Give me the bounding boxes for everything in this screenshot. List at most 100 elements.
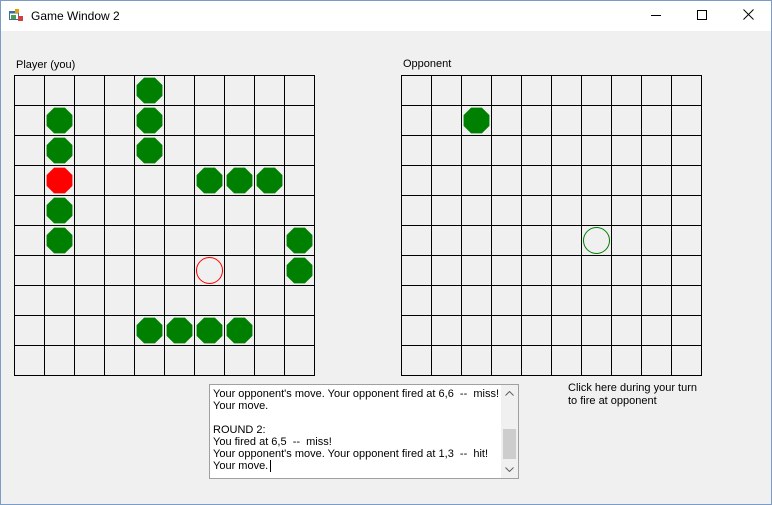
opponent-cell[interactable] <box>671 165 702 196</box>
opponent-cell[interactable] <box>521 135 552 166</box>
opponent-cell[interactable] <box>641 135 672 166</box>
opponent-cell[interactable] <box>521 105 552 136</box>
opponent-cell[interactable] <box>611 285 642 316</box>
opponent-cell[interactable] <box>401 135 432 166</box>
opponent-cell[interactable] <box>431 255 462 286</box>
opponent-cell[interactable] <box>521 315 552 346</box>
opponent-cell[interactable] <box>551 255 582 286</box>
opponent-cell[interactable] <box>581 75 612 106</box>
opponent-cell[interactable] <box>521 285 552 316</box>
opponent-cell[interactable] <box>551 315 582 346</box>
opponent-cell[interactable] <box>671 135 702 166</box>
opponent-cell[interactable] <box>641 195 672 226</box>
opponent-cell[interactable] <box>521 345 552 376</box>
opponent-cell[interactable] <box>431 225 462 256</box>
opponent-cell[interactable] <box>641 285 672 316</box>
opponent-cell[interactable] <box>551 165 582 196</box>
opponent-cell[interactable] <box>641 345 672 376</box>
opponent-cell[interactable] <box>491 165 522 196</box>
opponent-cell[interactable] <box>611 135 642 166</box>
opponent-cell[interactable] <box>461 165 492 196</box>
opponent-cell[interactable] <box>491 75 522 106</box>
opponent-cell[interactable] <box>671 315 702 346</box>
opponent-cell[interactable] <box>491 345 522 376</box>
opponent-cell[interactable] <box>611 165 642 196</box>
opponent-cell[interactable] <box>521 225 552 256</box>
opponent-cell[interactable] <box>551 225 582 256</box>
opponent-board[interactable] <box>401 75 702 376</box>
title-bar[interactable]: Game Window 2 <box>1 1 771 31</box>
opponent-cell[interactable] <box>671 255 702 286</box>
scroll-down-icon[interactable] <box>501 461 518 478</box>
maximize-button[interactable] <box>679 1 725 31</box>
opponent-cell[interactable] <box>521 255 552 286</box>
opponent-cell[interactable] <box>611 225 642 256</box>
opponent-cell[interactable] <box>611 345 642 376</box>
opponent-cell[interactable] <box>551 345 582 376</box>
opponent-cell[interactable] <box>521 165 552 196</box>
opponent-cell[interactable] <box>581 285 612 316</box>
opponent-cell[interactable] <box>671 195 702 226</box>
opponent-cell[interactable] <box>461 285 492 316</box>
opponent-cell[interactable] <box>401 225 432 256</box>
opponent-cell[interactable] <box>551 285 582 316</box>
opponent-cell[interactable] <box>581 165 612 196</box>
opponent-cell[interactable] <box>461 195 492 226</box>
opponent-cell[interactable] <box>641 165 672 196</box>
opponent-cell[interactable] <box>521 195 552 226</box>
opponent-cell[interactable] <box>611 255 642 286</box>
opponent-cell[interactable] <box>491 105 522 136</box>
opponent-cell[interactable] <box>641 75 672 106</box>
opponent-cell[interactable] <box>551 105 582 136</box>
opponent-cell[interactable] <box>671 225 702 256</box>
opponent-cell[interactable] <box>461 315 492 346</box>
opponent-cell[interactable] <box>641 255 672 286</box>
opponent-cell[interactable] <box>461 225 492 256</box>
opponent-cell[interactable] <box>611 315 642 346</box>
opponent-cell[interactable] <box>581 105 612 136</box>
opponent-cell[interactable] <box>491 195 522 226</box>
opponent-cell[interactable] <box>491 135 522 166</box>
opponent-cell[interactable] <box>401 345 432 376</box>
opponent-cell[interactable] <box>491 225 522 256</box>
opponent-cell[interactable] <box>551 135 582 166</box>
opponent-cell[interactable] <box>671 345 702 376</box>
opponent-cell[interactable] <box>431 165 462 196</box>
opponent-cell[interactable] <box>401 255 432 286</box>
opponent-cell[interactable] <box>431 285 462 316</box>
opponent-cell[interactable] <box>671 285 702 316</box>
game-log[interactable]: Your opponent's move. Your opponent fire… <box>209 384 519 479</box>
opponent-cell[interactable] <box>611 195 642 226</box>
close-button[interactable] <box>725 1 771 31</box>
opponent-cell[interactable] <box>401 285 432 316</box>
opponent-cell[interactable] <box>431 345 462 376</box>
opponent-cell[interactable] <box>671 105 702 136</box>
opponent-cell[interactable] <box>641 105 672 136</box>
scroll-up-icon[interactable] <box>501 385 518 402</box>
opponent-cell[interactable] <box>401 75 432 106</box>
opponent-cell[interactable] <box>611 75 642 106</box>
opponent-cell[interactable] <box>461 75 492 106</box>
opponent-cell[interactable] <box>431 135 462 166</box>
scroll-thumb[interactable] <box>503 429 516 459</box>
opponent-cell[interactable] <box>581 345 612 376</box>
opponent-cell[interactable] <box>401 165 432 196</box>
opponent-cell[interactable] <box>461 135 492 166</box>
opponent-cell[interactable] <box>611 105 642 136</box>
opponent-cell[interactable] <box>671 75 702 106</box>
opponent-cell[interactable] <box>581 315 612 346</box>
opponent-cell[interactable] <box>461 345 492 376</box>
opponent-cell[interactable] <box>581 135 612 166</box>
opponent-cell[interactable] <box>401 195 432 226</box>
log-scrollbar[interactable] <box>501 385 518 478</box>
opponent-cell[interactable] <box>581 255 612 286</box>
opponent-cell[interactable] <box>431 195 462 226</box>
opponent-cell[interactable] <box>641 315 672 346</box>
opponent-cell[interactable] <box>431 75 462 106</box>
opponent-cell[interactable] <box>491 285 522 316</box>
opponent-cell[interactable] <box>581 195 612 226</box>
opponent-cell[interactable] <box>491 255 522 286</box>
opponent-cell[interactable] <box>431 105 462 136</box>
opponent-cell[interactable] <box>461 255 492 286</box>
opponent-cell[interactable] <box>521 75 552 106</box>
